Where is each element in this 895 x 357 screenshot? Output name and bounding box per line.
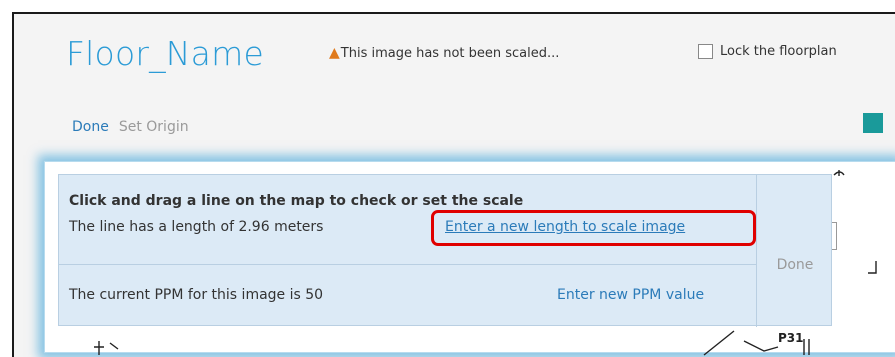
lock-checkbox[interactable] [698,44,713,59]
page-header: Floor_Name ▲ This image has not been sca… [14,14,895,174]
set-origin-link[interactable]: Set Origin [119,119,189,135]
enter-ppm-link[interactable]: Enter new PPM value [557,287,704,303]
scale-length-section: Click and drag a line on the map to chec… [59,175,756,265]
floor-title: Floor_Name [66,34,264,73]
enter-length-link[interactable]: Enter a new length to scale image [445,219,685,235]
line-length-text: The line has a length of 2.96 meters [69,219,324,235]
edit-toolbar: Done Set Origin [72,119,189,135]
scale-panel: Click and drag a line on the map to chec… [58,174,833,327]
map-room-label: P31 [778,331,804,345]
scale-done-button[interactable]: Done [757,257,833,273]
warning-text: This image has not been scaled... [340,45,560,61]
warning-triangle-icon: ▲ [329,45,340,61]
ppm-section: The current PPM for this image is 50 Ent… [59,265,756,327]
lock-floorplan-toggle[interactable]: Lock the floorplan [698,44,837,59]
scale-instructions: Click and drag a line on the map to chec… [69,193,524,209]
panel-tab[interactable] [863,113,883,133]
scale-done-column: Done [756,175,833,327]
scale-warning: ▲ This image has not been scaled... [329,45,559,61]
lock-label: Lock the floorplan [720,44,837,59]
ppm-text: The current PPM for this image is 50 [69,287,324,303]
done-link[interactable]: Done [72,119,109,135]
